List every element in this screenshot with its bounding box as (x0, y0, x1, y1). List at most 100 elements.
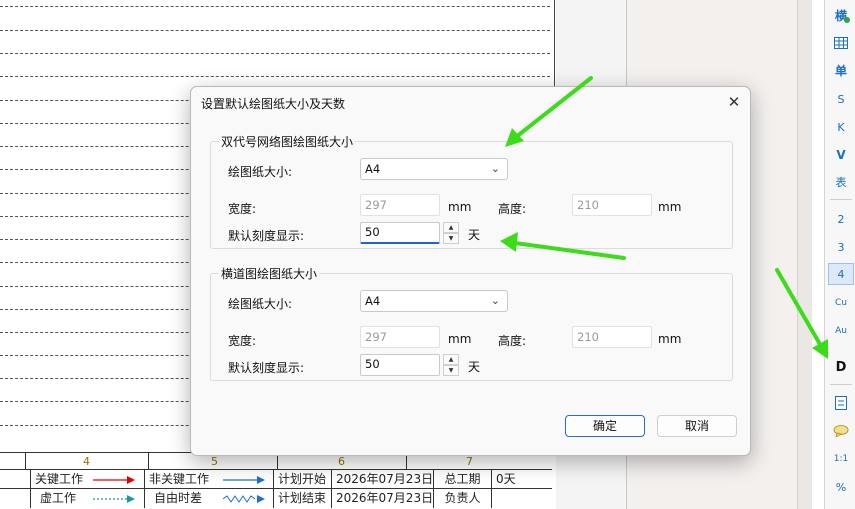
duration-value: 0天 (491, 470, 552, 489)
width-unit: mm (448, 200, 472, 214)
free-float-arrow-icon (223, 495, 265, 503)
ok-button[interactable]: 确定 (565, 415, 645, 437)
owner-label: 负责人 (433, 489, 491, 508)
paper-size-label: 绘图纸大小: (228, 165, 293, 179)
gantt-group-title: 横道图绘图纸大小 (219, 265, 320, 282)
grid-line (0, 53, 550, 54)
scale-divider (25, 453, 26, 470)
legend-noncritical: 非关键工作 (144, 470, 273, 489)
plan-start-value: 2026年07月23日 (331, 470, 433, 489)
scale-label: 默认刻度显示: (228, 361, 305, 375)
legend-free-float: 自由时差 (144, 489, 273, 508)
paper-size-value: A4 (365, 294, 381, 308)
right-toolbar: 横 单 S K V 表 2 3 4 Cu Au D 1:1 % (824, 0, 855, 509)
width-field[interactable]: 297 (360, 194, 440, 216)
toolbar-note-button[interactable] (828, 392, 854, 414)
stepper-down-button[interactable]: ▼ (443, 233, 459, 244)
toolbar-3-button[interactable]: 3 (828, 236, 854, 258)
toolbar-k-button[interactable]: K (828, 116, 854, 138)
double-code-group-title: 双代号网络图绘图纸大小 (219, 133, 356, 150)
noncritical-arrow-icon (223, 476, 265, 484)
scale-label: 默认刻度显示: (228, 229, 305, 243)
legend-noncritical-label: 非关键工作 (149, 472, 210, 486)
legend-row: 关键工作 非关键工作 计划开始 2026年07月23日 总工期 0天 (0, 470, 552, 489)
grid-line (0, 6, 550, 7)
panel-scrollbar[interactable] (797, 0, 812, 509)
close-icon: ✕ (727, 93, 741, 111)
height-label: 高度: (498, 202, 527, 216)
height-field[interactable]: 210 (572, 326, 652, 348)
critical-arrow-icon (93, 476, 135, 484)
scale-number: 6 (338, 455, 345, 468)
scale-spinbox[interactable]: 50 (360, 222, 440, 244)
toolbar-au-button[interactable]: Au (828, 320, 854, 342)
width-unit: mm (448, 332, 472, 346)
scale-spinbox[interactable]: 50 (360, 354, 440, 376)
paper-size-dialog: 设置默认绘图纸大小及天数 ✕ 双代号网络图绘图纸大小 绘图纸大小: A4 ⌄ 宽… (190, 86, 751, 456)
scale-number: 7 (466, 455, 473, 468)
close-button[interactable]: ✕ (725, 93, 743, 111)
toolbar-d-button[interactable]: D (828, 356, 854, 378)
grid-line (0, 76, 550, 77)
plan-end-value: 2026年07月23日 (331, 489, 433, 508)
double-code-group: 双代号网络图绘图纸大小 绘图纸大小: A4 ⌄ 宽度: 297 mm 高度: 2… (210, 133, 733, 249)
toolbar-cu-button[interactable]: Cu (828, 292, 854, 314)
paper-size-select[interactable]: A4 ⌄ (360, 158, 508, 180)
toolbar-gantt-button[interactable]: 横 (828, 4, 854, 26)
owner-value (491, 489, 552, 508)
gantt-group: 横道图绘图纸大小 绘图纸大小: A4 ⌄ 宽度: 297 mm 高度: 210 … (210, 265, 733, 381)
paper-size-value: A4 (365, 162, 381, 176)
scale-number: 4 (83, 455, 90, 468)
paper-size-label: 绘图纸大小: (228, 297, 293, 311)
width-label: 宽度: (228, 334, 257, 348)
toolbar-separator (830, 199, 852, 200)
status-dot (844, 17, 850, 23)
width-field[interactable]: 297 (360, 326, 440, 348)
toolbar-table-button[interactable]: 表 (828, 171, 854, 193)
toolbar-separator (830, 384, 852, 385)
note-icon (835, 396, 847, 410)
scale-unit: 天 (468, 228, 481, 242)
toolbar-comment-button[interactable] (828, 420, 854, 442)
chevron-down-icon: ⌄ (490, 294, 500, 307)
toolbar-grid-button[interactable] (828, 32, 854, 54)
height-field[interactable]: 210 (572, 194, 652, 216)
toolbar-2-button[interactable]: 2 (828, 208, 854, 230)
height-unit: mm (658, 332, 682, 346)
comment-icon (833, 425, 849, 437)
paper-size-select[interactable]: A4 ⌄ (360, 290, 508, 312)
duration-label: 总工期 (433, 470, 491, 489)
plan-start-label: 计划开始 (273, 470, 331, 489)
stepper-up-button[interactable]: ▲ (443, 222, 459, 233)
legend-dummy: 虚工作 (30, 489, 144, 508)
stepper-down-button[interactable]: ▼ (443, 365, 459, 376)
legend-free-float-label: 自由时差 (154, 491, 203, 505)
toolbar-single-button[interactable]: 单 (828, 59, 854, 81)
legend-critical: 关键工作 (30, 470, 144, 489)
toolbar-zoom-1to1-button[interactable]: 1:1 (828, 448, 854, 470)
scale-divider (148, 453, 149, 470)
toolbar-zoom-percent-button[interactable]: % (828, 476, 854, 498)
legend-dummy-label: 虚工作 (40, 491, 77, 505)
scale-stepper: ▲ ▼ (443, 222, 459, 244)
toolbar-v-button[interactable]: V (828, 144, 854, 166)
cancel-button[interactable]: 取消 (657, 415, 737, 437)
width-label: 宽度: (228, 202, 257, 216)
plan-end-label: 计划结束 (273, 489, 331, 508)
stepper-up-button[interactable]: ▲ (443, 354, 459, 365)
toolbar-s-button[interactable]: S (828, 88, 854, 110)
grid-icon (834, 37, 848, 49)
dummy-arrow-icon (93, 495, 135, 503)
scale-stepper: ▲ ▼ (443, 354, 459, 376)
toolbar-4-button[interactable]: 4 (828, 263, 854, 285)
scale-number: 5 (211, 455, 218, 468)
legend-row: 虚工作 自由时差 计划结束 2026年07月23日 负责人 (0, 489, 552, 508)
height-unit: mm (658, 200, 682, 214)
legend-critical-label: 关键工作 (35, 472, 84, 486)
dialog-title: 设置默认绘图纸大小及天数 (201, 97, 346, 111)
grid-line (0, 30, 550, 31)
height-label: 高度: (498, 334, 527, 348)
chevron-down-icon: ⌄ (490, 162, 500, 175)
legend-table: 4 5 6 7 关键工作 非关键工作 计划开始 2026年07月23日 总工期 … (0, 452, 555, 509)
scale-unit: 天 (468, 360, 481, 374)
